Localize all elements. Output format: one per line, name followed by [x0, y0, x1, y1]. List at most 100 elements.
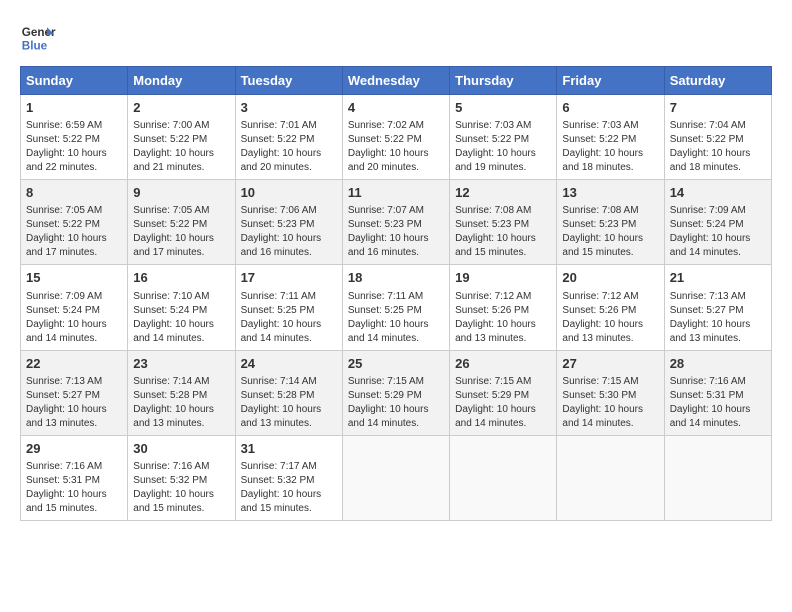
day-info: Sunrise: 6:59 AM Sunset: 5:22 PM Dayligh… — [26, 119, 122, 175]
day-info: Sunrise: 7:06 AM Sunset: 5:23 PM Dayligh… — [241, 204, 337, 260]
day-cell: 29 Sunrise: 7:16 AM Sunset: 5:31 PM Dayli… — [21, 435, 128, 520]
day-number: 27 — [562, 355, 658, 373]
day-cell — [557, 435, 664, 520]
day-number: 12 — [455, 184, 551, 202]
day-cell: 18 Sunrise: 7:11 AM Sunset: 5:25 PM Dayli… — [342, 265, 449, 350]
day-info: Sunrise: 7:03 AM Sunset: 5:22 PM Dayligh… — [562, 119, 658, 175]
day-info: Sunrise: 7:09 AM Sunset: 5:24 PM Dayligh… — [670, 204, 766, 260]
day-cell: 26 Sunrise: 7:15 AM Sunset: 5:29 PM Dayli… — [450, 350, 557, 435]
week-row-2: 8 Sunrise: 7:05 AM Sunset: 5:22 PM Daylig… — [21, 180, 772, 265]
day-cell: 16Sunrise: 7:10 AM Sunset: 5:24 PM Dayli… — [128, 265, 235, 350]
day-info: Sunrise: 7:17 AM Sunset: 5:32 PM Dayligh… — [241, 460, 337, 516]
day-number: 23 — [133, 355, 229, 373]
day-cell: 12 Sunrise: 7:08 AM Sunset: 5:23 PM Dayli… — [450, 180, 557, 265]
day-info: Sunrise: 7:08 AM Sunset: 5:23 PM Dayligh… — [455, 204, 551, 260]
day-cell — [664, 435, 771, 520]
day-number: 22 — [26, 355, 122, 373]
day-number: 18 — [348, 269, 444, 287]
day-info: Sunrise: 7:02 AM Sunset: 5:22 PM Dayligh… — [348, 119, 444, 175]
day-cell: 31 Sunrise: 7:17 AM Sunset: 5:32 PM Dayli… — [235, 435, 342, 520]
day-number: 20 — [562, 269, 658, 287]
week-row-1: 1 Sunrise: 6:59 AM Sunset: 5:22 PM Daylig… — [21, 95, 772, 180]
col-header-sunday: Sunday — [21, 67, 128, 95]
day-cell: 11 Sunrise: 7:07 AM Sunset: 5:23 PM Dayli… — [342, 180, 449, 265]
day-cell: 14 Sunrise: 7:09 AM Sunset: 5:24 PM Dayli… — [664, 180, 771, 265]
day-cell: 25 Sunrise: 7:15 AM Sunset: 5:29 PM Dayli… — [342, 350, 449, 435]
day-number: 31 — [241, 440, 337, 458]
day-number: 17 — [241, 269, 337, 287]
day-info: Sunrise: 7:00 AM Sunset: 5:22 PM Dayligh… — [133, 119, 229, 175]
day-cell: 13Sunrise: 7:08 AM Sunset: 5:23 PM Dayli… — [557, 180, 664, 265]
day-cell: 2 Sunrise: 7:00 AM Sunset: 5:22 PM Daylig… — [128, 95, 235, 180]
day-cell — [342, 435, 449, 520]
day-info: Sunrise: 7:16 AM Sunset: 5:31 PM Dayligh… — [26, 460, 122, 516]
day-info: Sunrise: 7:03 AM Sunset: 5:22 PM Dayligh… — [455, 119, 551, 175]
day-number: 15 — [26, 269, 122, 287]
day-number: 14 — [670, 184, 766, 202]
day-info: Sunrise: 7:11 AM Sunset: 5:25 PM Dayligh… — [241, 290, 337, 346]
day-number: 19 — [455, 269, 551, 287]
day-number: 8 — [26, 184, 122, 202]
day-number: 13 — [562, 184, 658, 202]
day-cell: 20 Sunrise: 7:12 AM Sunset: 5:26 PM Dayli… — [557, 265, 664, 350]
day-info: Sunrise: 7:01 AM Sunset: 5:22 PM Dayligh… — [241, 119, 337, 175]
day-number: 9 — [133, 184, 229, 202]
day-cell: 1 Sunrise: 6:59 AM Sunset: 5:22 PM Daylig… — [21, 95, 128, 180]
day-cell: 17 Sunrise: 7:11 AM Sunset: 5:25 PM Dayli… — [235, 265, 342, 350]
col-header-tuesday: Tuesday — [235, 67, 342, 95]
day-cell: 15 Sunrise: 7:09 AM Sunset: 5:24 PM Dayli… — [21, 265, 128, 350]
day-number: 6 — [562, 99, 658, 117]
day-number: 10 — [241, 184, 337, 202]
day-cell: 5 Sunrise: 7:03 AM Sunset: 5:22 PM Daylig… — [450, 95, 557, 180]
day-cell: 21 Sunrise: 7:13 AM Sunset: 5:27 PM Dayli… — [664, 265, 771, 350]
svg-text:Blue: Blue — [22, 40, 48, 53]
day-number: 29 — [26, 440, 122, 458]
day-info: Sunrise: 7:13 AM Sunset: 5:27 PM Dayligh… — [670, 290, 766, 346]
day-number: 28 — [670, 355, 766, 373]
day-info: Sunrise: 7:14 AM Sunset: 5:28 PM Dayligh… — [133, 375, 229, 431]
day-info: Sunrise: 7:11 AM Sunset: 5:25 PM Dayligh… — [348, 290, 444, 346]
day-info: Sunrise: 7:15 AM Sunset: 5:29 PM Dayligh… — [455, 375, 551, 431]
day-number: 25 — [348, 355, 444, 373]
col-header-monday: Monday — [128, 67, 235, 95]
day-cell — [450, 435, 557, 520]
logo-icon: General Blue — [20, 20, 56, 56]
day-cell: 22 Sunrise: 7:13 AM Sunset: 5:27 PM Dayli… — [21, 350, 128, 435]
day-info: Sunrise: 7:09 AM Sunset: 5:24 PM Dayligh… — [26, 290, 122, 346]
day-info: Sunrise: 7:07 AM Sunset: 5:23 PM Dayligh… — [348, 204, 444, 260]
day-cell: 3Sunrise: 7:01 AM Sunset: 5:22 PM Daylig… — [235, 95, 342, 180]
day-number: 5 — [455, 99, 551, 117]
day-number: 30 — [133, 440, 229, 458]
day-cell: 19 Sunrise: 7:12 AM Sunset: 5:26 PM Dayli… — [450, 265, 557, 350]
day-number: 4 — [348, 99, 444, 117]
day-info: Sunrise: 7:12 AM Sunset: 5:26 PM Dayligh… — [562, 290, 658, 346]
day-cell: 24Sunrise: 7:14 AM Sunset: 5:28 PM Dayli… — [235, 350, 342, 435]
week-row-3: 15 Sunrise: 7:09 AM Sunset: 5:24 PM Dayli… — [21, 265, 772, 350]
day-info: Sunrise: 7:10 AM Sunset: 5:24 PM Dayligh… — [133, 290, 229, 346]
day-number: 21 — [670, 269, 766, 287]
day-number: 1 — [26, 99, 122, 117]
day-info: Sunrise: 7:14 AM Sunset: 5:28 PM Dayligh… — [241, 375, 337, 431]
col-header-wednesday: Wednesday — [342, 67, 449, 95]
day-cell: 6 Sunrise: 7:03 AM Sunset: 5:22 PM Daylig… — [557, 95, 664, 180]
day-info: Sunrise: 7:12 AM Sunset: 5:26 PM Dayligh… — [455, 290, 551, 346]
col-header-thursday: Thursday — [450, 67, 557, 95]
day-number: 7 — [670, 99, 766, 117]
day-number: 11 — [348, 184, 444, 202]
logo: General Blue — [20, 20, 56, 56]
day-info: Sunrise: 7:05 AM Sunset: 5:22 PM Dayligh… — [26, 204, 122, 260]
col-header-friday: Friday — [557, 67, 664, 95]
day-info: Sunrise: 7:13 AM Sunset: 5:27 PM Dayligh… — [26, 375, 122, 431]
day-cell: 23 Sunrise: 7:14 AM Sunset: 5:28 PM Dayli… — [128, 350, 235, 435]
day-cell: 4 Sunrise: 7:02 AM Sunset: 5:22 PM Daylig… — [342, 95, 449, 180]
day-number: 26 — [455, 355, 551, 373]
day-info: Sunrise: 7:16 AM Sunset: 5:31 PM Dayligh… — [670, 375, 766, 431]
day-cell: 8 Sunrise: 7:05 AM Sunset: 5:22 PM Daylig… — [21, 180, 128, 265]
day-cell: 7 Sunrise: 7:04 AM Sunset: 5:22 PM Daylig… — [664, 95, 771, 180]
day-info: Sunrise: 7:04 AM Sunset: 5:22 PM Dayligh… — [670, 119, 766, 175]
day-cell: 9Sunrise: 7:05 AM Sunset: 5:22 PM Daylig… — [128, 180, 235, 265]
calendar-table: SundayMondayTuesdayWednesdayThursdayFrid… — [20, 66, 772, 521]
day-info: Sunrise: 7:15 AM Sunset: 5:29 PM Dayligh… — [348, 375, 444, 431]
header: General Blue — [20, 20, 772, 56]
day-number: 2 — [133, 99, 229, 117]
